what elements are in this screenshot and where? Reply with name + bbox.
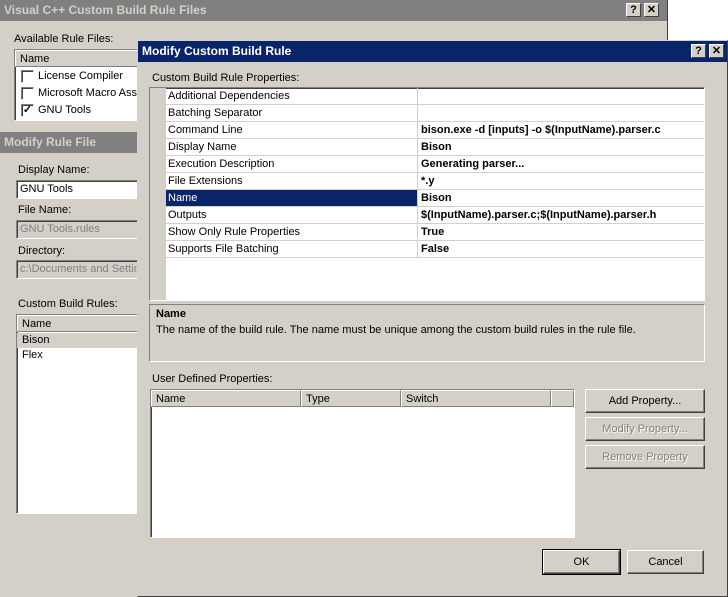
modify-rule-file-titlebar: Modify Rule File bbox=[0, 132, 140, 153]
custom-build-rules-list[interactable]: Name Bison Flex bbox=[16, 314, 140, 514]
property-name: Execution Description bbox=[166, 156, 418, 173]
user-defined-properties-label: User Defined Properties: bbox=[152, 373, 273, 385]
list-item[interactable]: Bison bbox=[17, 333, 139, 348]
ok-button[interactable]: OK bbox=[542, 549, 621, 575]
property-name: Supports File Batching bbox=[166, 241, 418, 258]
list-item[interactable]: Flex bbox=[22, 349, 43, 361]
property-name: File Extensions bbox=[166, 173, 418, 190]
property-name: Batching Separator bbox=[166, 105, 418, 122]
close-icon[interactable]: ✕ bbox=[644, 3, 659, 17]
help-icon[interactable]: ? bbox=[626, 3, 641, 17]
rule-files-titlebar: Visual C++ Custom Build Rule Files bbox=[0, 0, 667, 21]
dialog-title: Modify Custom Build Rule bbox=[142, 44, 292, 58]
cancel-button[interactable]: Cancel bbox=[627, 550, 704, 574]
property-name: Outputs bbox=[166, 207, 418, 224]
custom-rules-column-name[interactable]: Name bbox=[17, 315, 139, 332]
file-name-field[interactable]: GNU Tools.rules bbox=[16, 220, 140, 239]
user-properties-list[interactable]: Name Type Switch bbox=[150, 389, 575, 538]
display-name-label: Display Name: bbox=[18, 164, 90, 176]
property-name: Additional Dependencies bbox=[166, 88, 418, 105]
property-row[interactable]: Supports File Batching False bbox=[150, 241, 704, 258]
column-header-name[interactable]: Name bbox=[151, 390, 301, 407]
property-row[interactable]: Display Name Bison bbox=[150, 139, 704, 156]
property-value[interactable]: $(InputName).parser.c;$(InputName).parse… bbox=[418, 207, 704, 224]
custom-build-rules-label: Custom Build Rules: bbox=[18, 298, 118, 310]
property-value[interactable] bbox=[418, 88, 704, 105]
rule-files-title: Visual C++ Custom Build Rule Files bbox=[4, 3, 207, 17]
property-row[interactable]: Command Line bison.exe -d [inputs] -o $(I… bbox=[150, 122, 704, 139]
property-grid[interactable]: Additional Dependencies Batching Separato… bbox=[150, 88, 704, 300]
property-value[interactable] bbox=[418, 105, 704, 122]
rule-files-list[interactable]: Name License Compiler Microsoft Macro As… bbox=[14, 49, 144, 121]
modify-rule-file-title: Modify Rule File bbox=[4, 135, 97, 149]
property-value[interactable]: *.y bbox=[418, 173, 704, 190]
rule-file-label: GNU Tools bbox=[38, 104, 91, 116]
property-row[interactable]: Outputs $(InputName).parser.c;$(InputName… bbox=[150, 207, 704, 224]
property-name: Show Only Rule Properties bbox=[166, 224, 418, 241]
available-rule-files-label: Available Rule Files: bbox=[14, 33, 114, 45]
custom-build-rule-properties-label: Custom Build Rule Properties: bbox=[152, 72, 300, 84]
column-header-type[interactable]: Type bbox=[301, 390, 401, 407]
close-icon[interactable]: ✕ bbox=[709, 44, 724, 58]
property-value[interactable]: True bbox=[418, 224, 704, 241]
description-text: The name of the build rule. The name mus… bbox=[156, 324, 636, 336]
list-item[interactable]: License Compiler bbox=[15, 68, 143, 85]
modify-property-button[interactable]: Modify Property... bbox=[585, 417, 705, 441]
rule-files-column-name[interactable]: Name bbox=[15, 50, 143, 67]
property-name: Command Line bbox=[166, 122, 418, 139]
rule-file-label: Microsoft Macro Asse bbox=[38, 87, 144, 99]
modify-rule-file-window: Modify Rule File Display Name: GNU Tools… bbox=[0, 132, 140, 597]
dialog-titlebar: Modify Custom Build Rule bbox=[138, 41, 727, 62]
property-row[interactable]: Batching Separator bbox=[150, 105, 704, 122]
help-icon[interactable]: ? bbox=[691, 44, 706, 58]
column-header-filler bbox=[551, 390, 574, 407]
list-item[interactable]: ✓ GNU Tools bbox=[15, 102, 143, 119]
display-name-field[interactable]: GNU Tools bbox=[16, 180, 140, 199]
property-value[interactable]: bison.exe -d [inputs] -o $(InputName).pa… bbox=[418, 122, 704, 139]
property-row[interactable]: Execution Description Generating parser..… bbox=[150, 156, 704, 173]
property-row[interactable]: Name Bison bbox=[150, 190, 704, 207]
rule-file-label: License Compiler bbox=[38, 70, 123, 82]
checkbox-checked[interactable]: ✓ bbox=[21, 104, 34, 117]
checkbox[interactable] bbox=[21, 70, 34, 83]
directory-label: Directory: bbox=[18, 245, 66, 257]
list-item[interactable]: Microsoft Macro Asse bbox=[15, 85, 143, 102]
property-name: Display Name bbox=[166, 139, 418, 156]
property-value[interactable]: Bison bbox=[418, 139, 704, 156]
property-row[interactable]: File Extensions *.y bbox=[150, 173, 704, 190]
description-title: Name bbox=[156, 308, 186, 320]
checkbox[interactable] bbox=[21, 87, 34, 100]
directory-field[interactable]: c:\Documents and Settin bbox=[16, 260, 140, 279]
file-name-label: File Name: bbox=[18, 204, 72, 216]
property-row[interactable]: Additional Dependencies bbox=[150, 88, 704, 105]
property-value[interactable]: Generating parser... bbox=[418, 156, 704, 173]
property-value[interactable]: Bison bbox=[418, 190, 704, 207]
property-row[interactable]: Show Only Rule Properties True bbox=[150, 224, 704, 241]
description-panel: Name The name of the build rule. The nam… bbox=[149, 304, 705, 362]
property-value[interactable]: False bbox=[418, 241, 704, 258]
add-property-button[interactable]: Add Property... bbox=[585, 389, 705, 413]
property-name: Name bbox=[166, 190, 418, 207]
remove-property-button[interactable]: Remove Property bbox=[585, 445, 705, 469]
column-header-switch[interactable]: Switch bbox=[401, 390, 551, 407]
